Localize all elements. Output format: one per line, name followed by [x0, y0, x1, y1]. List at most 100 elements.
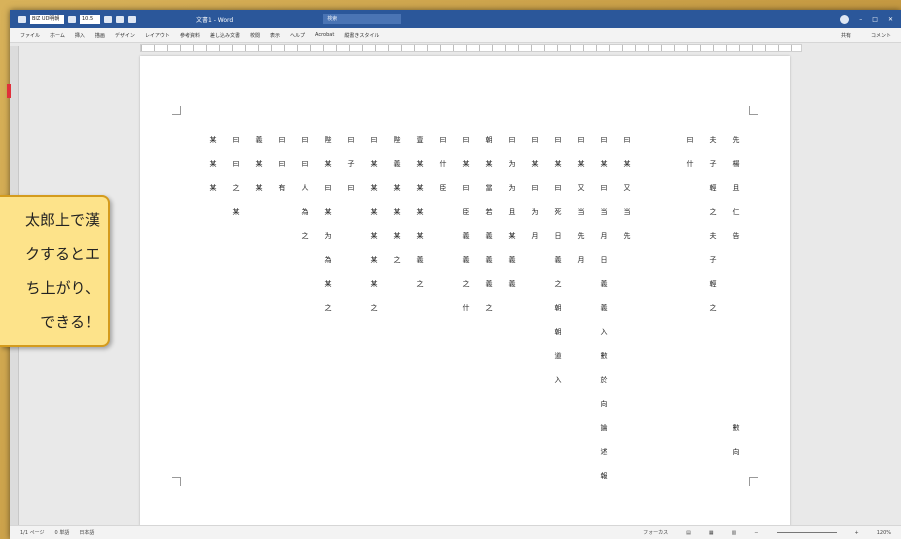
text-char: 曰 [278, 136, 286, 144]
text-char: 某 [324, 280, 332, 288]
text-column[interactable]: 曰某曰死日義之朝朝道入 [552, 128, 564, 392]
text-column[interactable]: 某某某 [207, 128, 219, 200]
text-column[interactable]: 陛義某某某之 [391, 128, 403, 272]
text-char: 楊 [732, 160, 740, 168]
page-count[interactable]: 1/1 ページ [20, 529, 45, 536]
zoom-in-icon[interactable]: + [855, 530, 859, 536]
share-button[interactable]: 共有 [841, 32, 851, 39]
text-char: 日 [600, 256, 608, 264]
undo-icon[interactable] [116, 15, 124, 23]
font-size-combo[interactable]: 10.5 [80, 14, 100, 24]
zoom-level[interactable]: 120% [877, 530, 891, 536]
tab-help[interactable]: ヘルプ [290, 32, 305, 39]
zoom-out-icon[interactable]: − [754, 530, 758, 536]
text-column[interactable]: 曰某又当先月 [575, 128, 587, 272]
text-char: 某 [577, 160, 585, 168]
tab-references[interactable]: 参考資料 [180, 32, 200, 39]
text-column[interactable]: 先楊且仁告 [730, 128, 742, 248]
text-char: 曰 [301, 136, 309, 144]
text-char: 朝 [554, 304, 562, 312]
red-marker [7, 84, 11, 98]
ribbon-tabs: ファイル ホーム 挿入 描画 デザイン レイアウト 参考資料 差し込み文書 校閲… [10, 28, 901, 43]
font-combo[interactable]: BIZ UD明朝 [30, 14, 64, 24]
word-window: BIZ UD明朝 10.5 文書1 - Word 検索 – □ ✕ ファイル ホ… [10, 10, 901, 539]
text-char: 夫 [709, 136, 717, 144]
text-char: 某 [393, 232, 401, 240]
comments-button[interactable]: コメント [871, 32, 891, 39]
text-char: 某 [209, 136, 217, 144]
text-char: 某 [600, 160, 608, 168]
crop-mark [749, 106, 758, 115]
text-char: 日 [554, 232, 562, 240]
tab-draw[interactable]: 描画 [95, 32, 105, 39]
text-char: 某 [416, 232, 424, 240]
text-char: 当 [600, 208, 608, 216]
text-char: 为 [531, 208, 539, 216]
text-char: 曰 [462, 184, 470, 192]
font-color-icon[interactable] [68, 15, 76, 23]
text-column[interactable]: 夫子輕之夫子輕之 [707, 128, 719, 320]
text-char: 陛 [393, 136, 401, 144]
text-column[interactable]: 曰子曰 [345, 128, 357, 200]
save-icon[interactable] [18, 15, 26, 23]
text-char: 之 [324, 304, 332, 312]
text-column-tail[interactable]: 數向 [730, 416, 742, 464]
text-column[interactable]: 曰曰之某 [230, 128, 242, 224]
text-char: 壹 [416, 136, 424, 144]
search-box[interactable]: 検索 [323, 14, 402, 24]
read-mode-icon[interactable]: ▤ [686, 530, 691, 536]
text-char: 向 [600, 400, 608, 408]
tab-insert[interactable]: 挿入 [75, 32, 85, 39]
language[interactable]: 日本語 [79, 529, 94, 536]
text-char: 曰 [232, 136, 240, 144]
zoom-slider[interactable] [776, 532, 837, 533]
tab-file[interactable]: ファイル [20, 32, 40, 39]
web-layout-icon[interactable]: ▥ [732, 530, 737, 536]
tab-layout[interactable]: レイアウト [145, 32, 170, 39]
text-column[interactable]: 曰什臣 [437, 128, 449, 200]
minimize-icon[interactable]: – [859, 16, 862, 23]
text-column[interactable]: 曰为为且某義義 [506, 128, 518, 296]
tab-mailings[interactable]: 差し込み文書 [210, 32, 240, 39]
text-char: 曰 [439, 136, 447, 144]
account-avatar[interactable] [840, 14, 850, 24]
text-column[interactable]: 曰某曰臣義義之什 [460, 128, 472, 320]
crop-mark [172, 106, 181, 115]
text-column[interactable]: 曰某曰当月日義義入數於向論述報 [598, 128, 610, 488]
word-count[interactable]: 0 単語 [55, 529, 70, 536]
text-char: 某 [416, 208, 424, 216]
text-char: 某 [255, 160, 263, 168]
redo-icon[interactable] [128, 15, 136, 23]
tab-home[interactable]: ホーム [50, 32, 65, 39]
text-column[interactable]: 曰什 [684, 128, 696, 176]
tab-vertical-style[interactable]: 縦書きスタイル [344, 32, 379, 39]
text-column[interactable]: 義某某 [253, 128, 265, 200]
restore-icon[interactable]: □ [872, 16, 878, 23]
format-icon[interactable] [104, 15, 112, 23]
text-char: 当 [623, 208, 631, 216]
text-column[interactable]: 壹某某某某義之 [414, 128, 426, 296]
close-icon[interactable]: ✕ [888, 16, 893, 23]
focus-mode[interactable]: フォーカス [643, 529, 668, 536]
text-char: 什 [686, 160, 694, 168]
text-column[interactable]: 朝某當若義義義之 [483, 128, 495, 320]
text-column[interactable]: 曰曰人為之 [299, 128, 311, 248]
tab-design[interactable]: デザイン [115, 32, 135, 39]
text-column[interactable]: 曰曰有 [276, 128, 288, 200]
tab-acrobat[interactable]: Acrobat [315, 32, 334, 38]
document-page[interactable]: 先楊且仁告夫子輕之夫子輕之曰什曰某又当先曰某曰当月日義義入數於向論述報曰某又当先… [140, 56, 790, 526]
text-char: 曰 [623, 136, 631, 144]
text-column[interactable]: 曰某曰为月 [529, 128, 541, 248]
text-char: 先 [623, 232, 631, 240]
tab-review[interactable]: 校閲 [250, 32, 260, 39]
text-char: 子 [347, 160, 355, 168]
print-layout-icon[interactable]: ▦ [709, 530, 714, 536]
text-char: 曰 [531, 184, 539, 192]
text-column[interactable]: 曰某某某某某某之 [368, 128, 380, 320]
text-column[interactable]: 曰某又当先 [621, 128, 633, 248]
text-char: 某 [370, 232, 378, 240]
tab-view[interactable]: 表示 [270, 32, 280, 39]
text-char: 輕 [709, 184, 717, 192]
text-char: 義 [485, 256, 493, 264]
text-column[interactable]: 陛某曰某为為某之 [322, 128, 334, 320]
